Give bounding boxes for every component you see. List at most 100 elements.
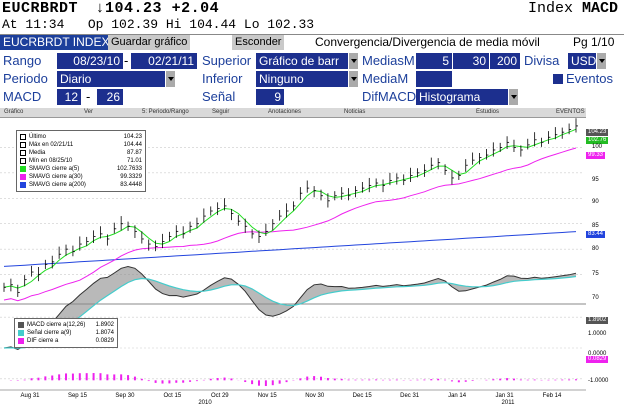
dif-histogram-bar	[512, 378, 515, 381]
dif-histogram-bar	[113, 374, 116, 381]
ma5-swatch	[20, 166, 26, 172]
dif-tag: 0.0829	[586, 356, 609, 363]
ma200-tag: 83.44	[586, 231, 606, 238]
quote-line: EUCRBRDT ↓104.23 +2.04	[2, 0, 219, 17]
difmacd-label: DifMACD	[362, 89, 417, 104]
upper-label: Superior	[202, 53, 252, 68]
dif-histogram-bar	[23, 379, 26, 381]
dif-histogram-bar	[44, 376, 47, 381]
x-axis-label: Jan 14	[448, 393, 467, 399]
legend-name: SMAVG cierre a(5)	[29, 166, 80, 172]
currency-select[interactable]: USD	[568, 53, 596, 69]
range-end-field[interactable]: 02/21/11	[131, 53, 197, 69]
lower-chart-select[interactable]: Ninguno	[256, 71, 348, 87]
macd-label: MACD	[3, 89, 42, 104]
dif-histogram-bar	[313, 376, 316, 381]
currency-label: Divisa	[524, 53, 560, 68]
dif-histogram-bar	[561, 379, 564, 381]
difmacd-chevron-down-icon[interactable]	[508, 89, 518, 105]
dif-histogram-bar	[257, 380, 260, 386]
dif-histogram-bar	[223, 377, 226, 381]
ma200-swatch	[20, 182, 26, 188]
macd-fast-field[interactable]: 12	[57, 89, 81, 105]
dif-histogram-bar	[271, 380, 274, 386]
ma-1-field[interactable]: 5	[416, 53, 452, 69]
ma5-tag: 102.76	[586, 137, 609, 144]
range-separator: -	[124, 53, 129, 68]
dif-histogram-bar	[209, 378, 212, 381]
open-price: Op 102.39	[87, 17, 159, 32]
mediam-field[interactable]	[416, 71, 452, 87]
dif-histogram-bar	[58, 374, 61, 381]
difmacd-select[interactable]: Histograma	[416, 89, 508, 105]
chart-toolbar: Gráfico Ver 5: Periodo/Rango Seguir Anot…	[0, 108, 586, 118]
x-axis-label: Dec 15	[353, 393, 373, 399]
dif-histogram-bar	[99, 373, 102, 381]
currency-chevron-down-icon[interactable]	[596, 53, 606, 69]
y-axis-strip: 104.23 102.76 99.33 83.44 100 95 90 85 8…	[586, 108, 624, 404]
dif-histogram-bar	[533, 379, 536, 381]
macd-y-tick: 1.0000	[588, 331, 607, 337]
dif-histogram-bar	[161, 380, 164, 384]
legend-name: Último	[29, 134, 47, 140]
dif-histogram-bar	[244, 380, 247, 383]
legend-name: DIF cierre a	[27, 338, 59, 344]
quote-header: EUCRBRDT ↓104.23 +2.04 Index MACD At 11:…	[0, 0, 624, 34]
toolbar-item-events[interactable]: EVENTOS	[556, 109, 585, 115]
function-id: Index MACD	[528, 0, 618, 17]
x-axis-label: Jan 31	[496, 393, 515, 399]
dif-histogram-bar	[457, 380, 460, 383]
y-tick: 75	[592, 271, 599, 277]
legend-name: Señal cierre a(9)	[27, 330, 72, 336]
x-axis-label: Oct 15	[164, 393, 182, 399]
dif-histogram-bar	[299, 378, 302, 381]
period-label: Periodo	[3, 71, 48, 86]
lower-chart-chevron-down-icon[interactable]	[348, 71, 358, 87]
x-axis-label: Feb 14	[543, 393, 562, 399]
toolbar-item-news[interactable]: Noticias	[344, 109, 365, 115]
dif-histogram-bar	[464, 380, 467, 382]
dif-histogram-bar	[175, 380, 178, 383]
y-tick: 90	[592, 199, 599, 205]
macd-slow-field[interactable]: 26	[97, 89, 123, 105]
last-price-tag: 104.23	[586, 129, 609, 136]
y-tick: 85	[592, 223, 599, 229]
dif-histogram-bar	[320, 376, 323, 381]
toolbar-item-annotations[interactable]: Anotaciones	[268, 109, 301, 115]
macd-separator: -	[86, 89, 91, 104]
dif-histogram-bar	[423, 379, 426, 381]
x-axis-year: 2010	[198, 400, 212, 404]
dif-histogram-bar	[340, 378, 343, 381]
dif-histogram-bar	[347, 379, 350, 381]
dif-histogram-bar	[182, 380, 185, 383]
toolbar-item-period[interactable]: 5: Periodo/Rango	[142, 109, 189, 115]
legend-name: Máx en 02/21/11	[29, 142, 74, 148]
ma-3-field[interactable]: 200	[490, 53, 520, 69]
dif-histogram-bar	[78, 373, 81, 381]
legend-value: 102.7633	[116, 166, 142, 172]
ma-2-field[interactable]: 30	[453, 53, 489, 69]
toolbar-item-chart[interactable]: Gráfico	[4, 109, 23, 115]
legend-value: 104.23	[123, 134, 142, 140]
dif-histogram-bar	[471, 380, 474, 381]
dif-histogram-bar	[554, 379, 557, 381]
range-start-field[interactable]: 08/23/10	[57, 53, 123, 69]
dif-histogram-bar	[140, 378, 143, 381]
toolbar-item-studies[interactable]: Estudios	[476, 109, 499, 115]
y-tick: 95	[592, 177, 599, 183]
toolbar-item-follow[interactable]: Seguir	[212, 109, 229, 115]
upper-chart-chevron-down-icon[interactable]	[348, 53, 358, 69]
dif-histogram-bar	[65, 373, 68, 381]
period-select[interactable]: Diario	[57, 71, 165, 87]
signal-field[interactable]: 9	[256, 89, 284, 105]
hide-button[interactable]: Esconder	[232, 35, 285, 50]
range-label: Rango	[3, 53, 42, 68]
events-checkbox[interactable]	[553, 74, 563, 84]
upper-chart-select[interactable]: Gráfico de barr	[256, 53, 348, 69]
ticker-field[interactable]: EUCRBRDT INDEX	[0, 35, 113, 50]
chart-area: Aug 31 Sep 15 Sep 30 Oct 15 Oct 29 Nov 15 Nov …	[0, 118, 586, 404]
save-chart-button[interactable]: Guardar gráfico	[108, 35, 191, 50]
period-chevron-down-icon[interactable]	[165, 71, 175, 87]
toolbar-item-view[interactable]: Ver	[84, 109, 93, 115]
legend-value: 87.87	[126, 150, 142, 156]
